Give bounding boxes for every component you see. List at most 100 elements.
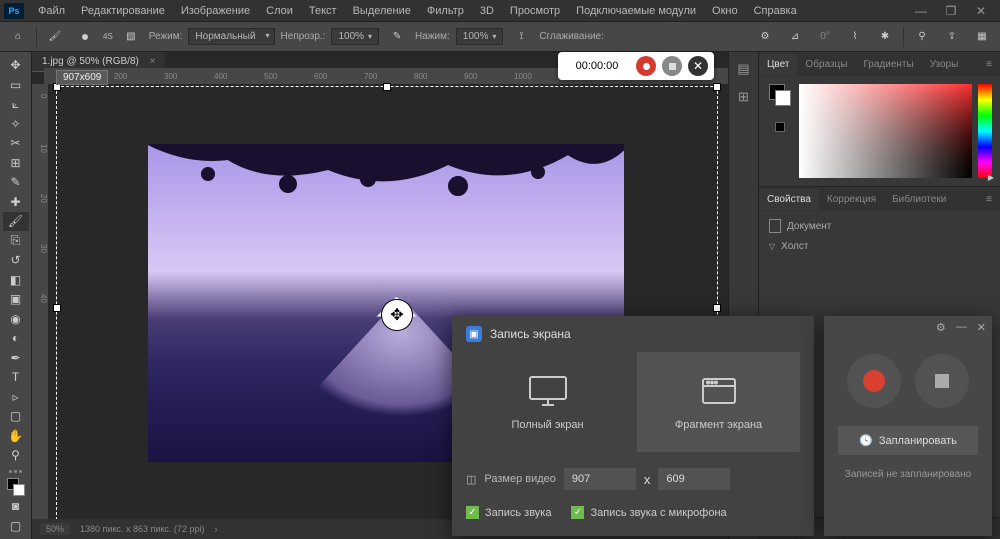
hand-tool-icon[interactable]: ✋ <box>3 427 29 446</box>
checkbox-mic[interactable]: ✓Запись звука с микрофона <box>571 506 726 519</box>
frame-tool-icon[interactable]: ⊞ <box>3 154 29 173</box>
gear-icon[interactable]: ⚙ <box>936 321 946 334</box>
close-recorder-icon[interactable]: ✕ <box>688 56 708 76</box>
crop-tool-icon[interactable]: ✂ <box>3 134 29 153</box>
tab-properties[interactable]: Свойства <box>759 189 819 210</box>
eraser-tool-icon[interactable]: ◧ <box>3 271 29 290</box>
zoom-tool-icon[interactable]: ⚲ <box>3 446 29 465</box>
opacity-label: Непрозр.: <box>281 31 326 42</box>
window-restore-icon[interactable]: ❐ <box>936 4 966 18</box>
screenmode-icon[interactable]: ▢ <box>3 517 29 536</box>
shape-tool-icon[interactable]: ▢ <box>3 407 29 426</box>
history-brush-icon[interactable]: ↺ <box>3 251 29 270</box>
brush-tool-icon[interactable]: 🖌 <box>43 25 67 49</box>
flow-input[interactable]: 100% <box>456 28 504 45</box>
dodge-tool-icon[interactable]: ◐ <box>3 329 29 348</box>
handle-tm[interactable] <box>383 83 391 91</box>
menu-filter[interactable]: Фильтр <box>419 2 472 20</box>
stop-button[interactable] <box>662 56 682 76</box>
handle-ml[interactable] <box>53 304 61 312</box>
menu-3d[interactable]: 3D <box>472 2 502 20</box>
tab-gradients[interactable]: Градиенты <box>855 54 921 75</box>
heal-tool-icon[interactable]: ✚ <box>3 193 29 212</box>
menu-layer[interactable]: Слои <box>258 2 301 20</box>
fg-bg-swatch[interactable] <box>3 478 29 497</box>
width-input[interactable] <box>564 468 636 490</box>
color-picker-field[interactable] <box>799 84 972 178</box>
mode-fragment[interactable]: Фрагмент экрана <box>637 352 800 452</box>
tab-patterns[interactable]: Узоры <box>922 54 967 75</box>
lasso-tool-icon[interactable]: ⟀ <box>3 95 29 114</box>
opacity-input[interactable]: 100% <box>331 28 379 45</box>
link-icon[interactable]: x <box>644 472 651 487</box>
handle-tr[interactable] <box>713 83 721 91</box>
home-icon[interactable]: ⌂ <box>6 25 30 49</box>
butterfly-icon[interactable]: ✱ <box>873 25 897 49</box>
window-minimize-icon[interactable]: — <box>956 321 967 333</box>
menu-view[interactable]: Просмотр <box>502 2 568 20</box>
blend-mode-dropdown[interactable]: Нормальный <box>188 28 274 45</box>
record-button[interactable] <box>636 56 656 76</box>
toolbox-more-icon[interactable] <box>9 470 22 473</box>
menu-text[interactable]: Текст <box>301 2 345 20</box>
schedule-button[interactable]: 🕓Запланировать <box>838 426 978 455</box>
brush-tool-icon[interactable]: 🖌 <box>3 212 29 231</box>
gradient-tool-icon[interactable]: ▣ <box>3 290 29 309</box>
zoom-input[interactable]: 50% <box>40 523 70 535</box>
pressure-size-icon[interactable]: ⌇ <box>843 25 867 49</box>
tab-swatches[interactable]: Образцы <box>797 54 855 75</box>
history-dock-icon[interactable]: ▤ <box>734 60 754 78</box>
pressure-opacity-icon[interactable]: ✎ <box>385 25 409 49</box>
eyedropper-tool-icon[interactable]: ✎ <box>3 173 29 192</box>
panel-menu-icon[interactable]: ≡ <box>978 194 1000 205</box>
menu-help[interactable]: Справка <box>746 2 805 20</box>
path-tool-icon[interactable]: ▹ <box>3 388 29 407</box>
menu-plugins[interactable]: Подключаемые модули <box>568 2 704 20</box>
window-close-icon[interactable]: ✕ <box>966 4 996 18</box>
stamp-tool-icon[interactable]: ⎘ <box>3 232 29 251</box>
marquee-tool-icon[interactable]: ▭ <box>3 76 29 95</box>
schedule-empty-note: Записей не запланировано <box>824 469 992 480</box>
wand-tool-icon[interactable]: ✧ <box>3 115 29 134</box>
quickmask-icon[interactable]: ◙ <box>3 497 29 516</box>
tab-adjustments[interactable]: Коррекция <box>819 189 884 210</box>
workspace-icon[interactable]: ▦ <box>970 25 994 49</box>
angle-icon[interactable]: ⊿ <box>783 25 807 49</box>
menu-edit[interactable]: Редактирование <box>73 2 173 20</box>
hue-slider[interactable] <box>978 84 992 178</box>
options-bar: ⌂ 🖌 4S ▧ Режим: Нормальный Непрозр.: 100… <box>0 22 1000 52</box>
menu-select[interactable]: Выделение <box>345 2 419 20</box>
chevron-right-icon[interactable]: › <box>214 524 217 534</box>
tab-color[interactable]: Цвет <box>759 54 797 75</box>
fg-bg-swatch-panel[interactable] <box>769 84 791 106</box>
panel-menu-icon[interactable]: ≡ <box>978 59 1000 70</box>
checkbox-audio[interactable]: ✓Запись звука <box>466 506 551 519</box>
char-dock-icon[interactable]: ⊞ <box>734 88 754 106</box>
move-tool-icon[interactable]: ✥ <box>3 56 29 75</box>
share-icon[interactable]: ⇪ <box>940 25 964 49</box>
props-canvas-row[interactable]: ▽Холст <box>769 241 990 252</box>
symmetry-icon[interactable]: 0° <box>813 25 837 49</box>
handle-mr[interactable] <box>713 304 721 312</box>
brush-panel-icon[interactable]: ▧ <box>119 25 143 49</box>
window-minimize-icon[interactable]: — <box>906 4 936 18</box>
blur-tool-icon[interactable]: ◉ <box>3 310 29 329</box>
menu-file[interactable]: Файл <box>30 2 73 20</box>
big-stop-button[interactable] <box>915 354 969 408</box>
type-tool-icon[interactable]: T <box>3 368 29 387</box>
height-input[interactable] <box>658 468 730 490</box>
mode-fullscreen-label: Полный экран <box>511 419 583 431</box>
brush-preset-icon[interactable] <box>73 25 97 49</box>
big-record-button[interactable] <box>847 354 901 408</box>
gear-icon[interactable]: ⚙ <box>753 25 777 49</box>
tab-libraries[interactable]: Библиотеки <box>884 189 954 210</box>
search-icon[interactable]: ⚲ <box>910 25 934 49</box>
airbrush-icon[interactable]: ⟟ <box>509 25 533 49</box>
pen-tool-icon[interactable]: ✒ <box>3 349 29 368</box>
mode-fullscreen[interactable]: Полный экран <box>466 352 629 452</box>
close-tab-icon[interactable]: × <box>150 56 156 67</box>
menu-window[interactable]: Окно <box>704 2 746 20</box>
window-close-icon[interactable]: ✕ <box>977 321 986 334</box>
menu-image[interactable]: Изображение <box>173 2 258 20</box>
swatch-small[interactable] <box>775 122 785 132</box>
